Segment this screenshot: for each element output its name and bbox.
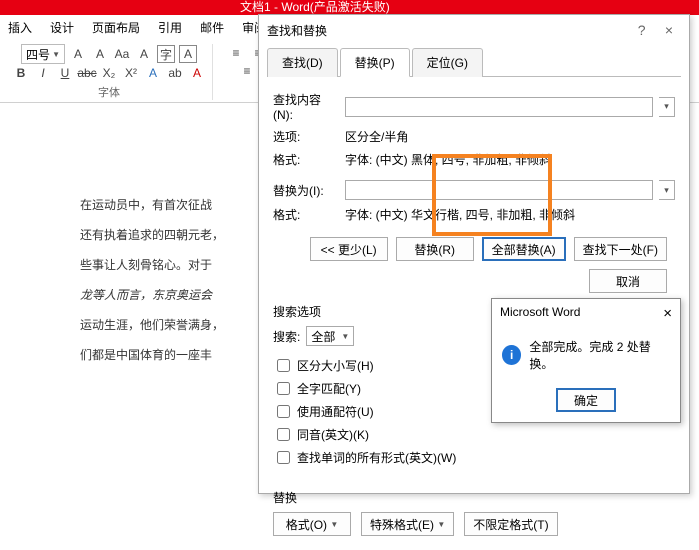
replace-button[interactable]: 替换(R): [396, 237, 474, 261]
chk-case[interactable]: 区分大小写(H): [273, 356, 456, 375]
font-size-value: 四号: [26, 46, 50, 63]
group-label-font: 字体: [98, 84, 120, 100]
document-body[interactable]: 在运动员中，有首次征战 还有执着追求的四朝元老， 些事让人刻骨铭心。对于 龙等人…: [80, 190, 260, 370]
dialog-tabs: 查找(D) 替换(P) 定位(G): [267, 47, 681, 77]
chk-label: 查找单词的所有形式(英文)(W): [297, 449, 456, 466]
doc-line: 龙等人而言，东京奥运会: [80, 280, 260, 310]
tab-goto[interactable]: 定位(G): [412, 48, 483, 77]
subscript-icon[interactable]: X₂: [100, 64, 118, 82]
chk-sounds-like[interactable]: 同音(英文)(K): [273, 425, 456, 444]
find-input[interactable]: [345, 97, 653, 117]
tab-mail[interactable]: 邮件: [200, 19, 224, 36]
chk-label: 区分大小写(H): [297, 357, 374, 374]
search-direction-value: 全部: [311, 328, 335, 345]
ribbon-group-font: 四号▼ A A Aa A 字 A B I U abc X₂ X² A ab A …: [6, 44, 213, 100]
tab-find[interactable]: 查找(D): [267, 48, 338, 77]
format1-label: 格式:: [273, 151, 339, 168]
replace-input[interactable]: [345, 180, 653, 200]
doc-line: 们都是中国体育的一座丰: [80, 340, 260, 370]
close-icon[interactable]: ×: [657, 22, 681, 38]
find-next-button[interactable]: 查找下一处(F): [574, 237, 667, 261]
chk-whole-word[interactable]: 全字匹配(Y): [273, 379, 456, 398]
find-dropdown-icon[interactable]: ▾: [659, 97, 675, 117]
format2-label: 格式:: [273, 206, 339, 223]
app-titlebar: 文档1 - Word(产品激活失败): [0, 0, 699, 15]
find-replace-dialog: 查找和替换 ? × 查找(D) 替换(P) 定位(G) 查找内容(N): ▾ 选…: [258, 14, 690, 494]
replace-all-button[interactable]: 全部替换(A): [482, 237, 566, 261]
font-color-icon[interactable]: A: [188, 64, 206, 82]
format1-value: 字体: (中文) 黑体, 四号, 非加粗, 非倾斜: [345, 151, 551, 168]
tab-references[interactable]: 引用: [158, 19, 182, 36]
format2-value: 字体: (中文) 华文行楷, 四号, 非加粗, 非倾斜: [345, 206, 575, 223]
msg-body: 全部完成。完成 2 处替换。: [529, 338, 670, 372]
search-direction-select[interactable]: 全部 ▼: [306, 326, 354, 346]
chevron-down-icon: ▼: [341, 332, 349, 341]
tab-layout[interactable]: 页面布局: [92, 19, 140, 36]
font-size-selector[interactable]: 四号▼: [21, 44, 65, 64]
msg-ok-button[interactable]: 确定: [556, 388, 616, 412]
shrink-font-icon[interactable]: A: [91, 45, 109, 63]
doc-line-text: 龙等人而言，东京奥运会: [80, 280, 260, 310]
check-col-left: 区分大小写(H) 全字匹配(Y) 使用通配符(U) 同音(英文)(K) 查找单词…: [273, 352, 456, 471]
replace-section-title: 替换: [273, 489, 675, 506]
chk-word-forms[interactable]: 查找单词的所有形式(英文)(W): [273, 448, 456, 467]
tab-design[interactable]: 设计: [50, 19, 74, 36]
msg-title: Microsoft Word: [500, 305, 580, 322]
replace-dropdown-icon[interactable]: ▾: [659, 180, 675, 200]
chk-label: 使用通配符(U): [297, 403, 374, 420]
grow-font-icon[interactable]: A: [69, 45, 87, 63]
doc-line: 在运动员中，有首次征战: [80, 190, 260, 220]
info-icon: i: [502, 345, 521, 365]
dialog-titlebar[interactable]: 查找和替换 ? ×: [259, 15, 689, 45]
clear-format-icon[interactable]: A: [135, 45, 153, 63]
underline-icon[interactable]: U: [56, 64, 74, 82]
options-label: 选项:: [273, 128, 339, 145]
options-value: 区分全/半角: [345, 128, 408, 145]
chk-label: 同音(英文)(K): [297, 426, 369, 443]
replace-label: 替换为(I):: [273, 182, 339, 199]
text-effects-icon[interactable]: A: [144, 64, 162, 82]
format-button[interactable]: 格式(O) ▼: [273, 512, 351, 536]
btn-label: 格式(O): [286, 516, 327, 533]
italic-icon[interactable]: I: [34, 64, 52, 82]
less-button[interactable]: << 更少(L): [310, 237, 388, 261]
tab-insert[interactable]: 插入: [8, 19, 32, 36]
bullets-icon[interactable]: ≡: [227, 44, 245, 62]
btn-label: 特殊格式(E): [370, 516, 434, 533]
char-border-icon[interactable]: 字: [157, 45, 175, 63]
tab-replace[interactable]: 替换(P): [340, 48, 410, 77]
highlight-icon[interactable]: ab: [166, 64, 184, 82]
search-label: 搜索:: [273, 328, 300, 345]
bold-icon[interactable]: B: [12, 64, 30, 82]
chk-wildcards[interactable]: 使用通配符(U): [273, 402, 456, 421]
help-icon[interactable]: ?: [630, 22, 654, 38]
chk-label: 全字匹配(Y): [297, 380, 361, 397]
chevron-down-icon: ▼: [437, 520, 445, 529]
doc-line: 运动生涯，他们荣誉满身，: [80, 310, 260, 340]
doc-line: 些事让人刻骨铭心。对于: [80, 250, 260, 280]
special-format-button[interactable]: 特殊格式(E) ▼: [361, 512, 454, 536]
dialog-title: 查找和替换: [267, 22, 327, 39]
msg-close-icon[interactable]: ×: [663, 305, 672, 322]
chevron-down-icon: ▼: [52, 50, 60, 59]
superscript-icon[interactable]: X²: [122, 64, 140, 82]
align-left-icon[interactable]: ≡: [238, 62, 256, 80]
cancel-button[interactable]: 取消: [589, 269, 667, 293]
no-format-button[interactable]: 不限定格式(T): [464, 512, 557, 536]
chevron-down-icon: ▼: [330, 520, 338, 529]
change-case-icon[interactable]: Aa: [113, 45, 131, 63]
find-label: 查找内容(N):: [273, 91, 339, 122]
message-box: Microsoft Word × i 全部完成。完成 2 处替换。 确定: [491, 298, 681, 423]
char-shading-icon[interactable]: A: [179, 45, 197, 63]
strike-icon[interactable]: abc: [78, 64, 96, 82]
doc-line: 还有执着追求的四朝元老，: [80, 220, 260, 250]
